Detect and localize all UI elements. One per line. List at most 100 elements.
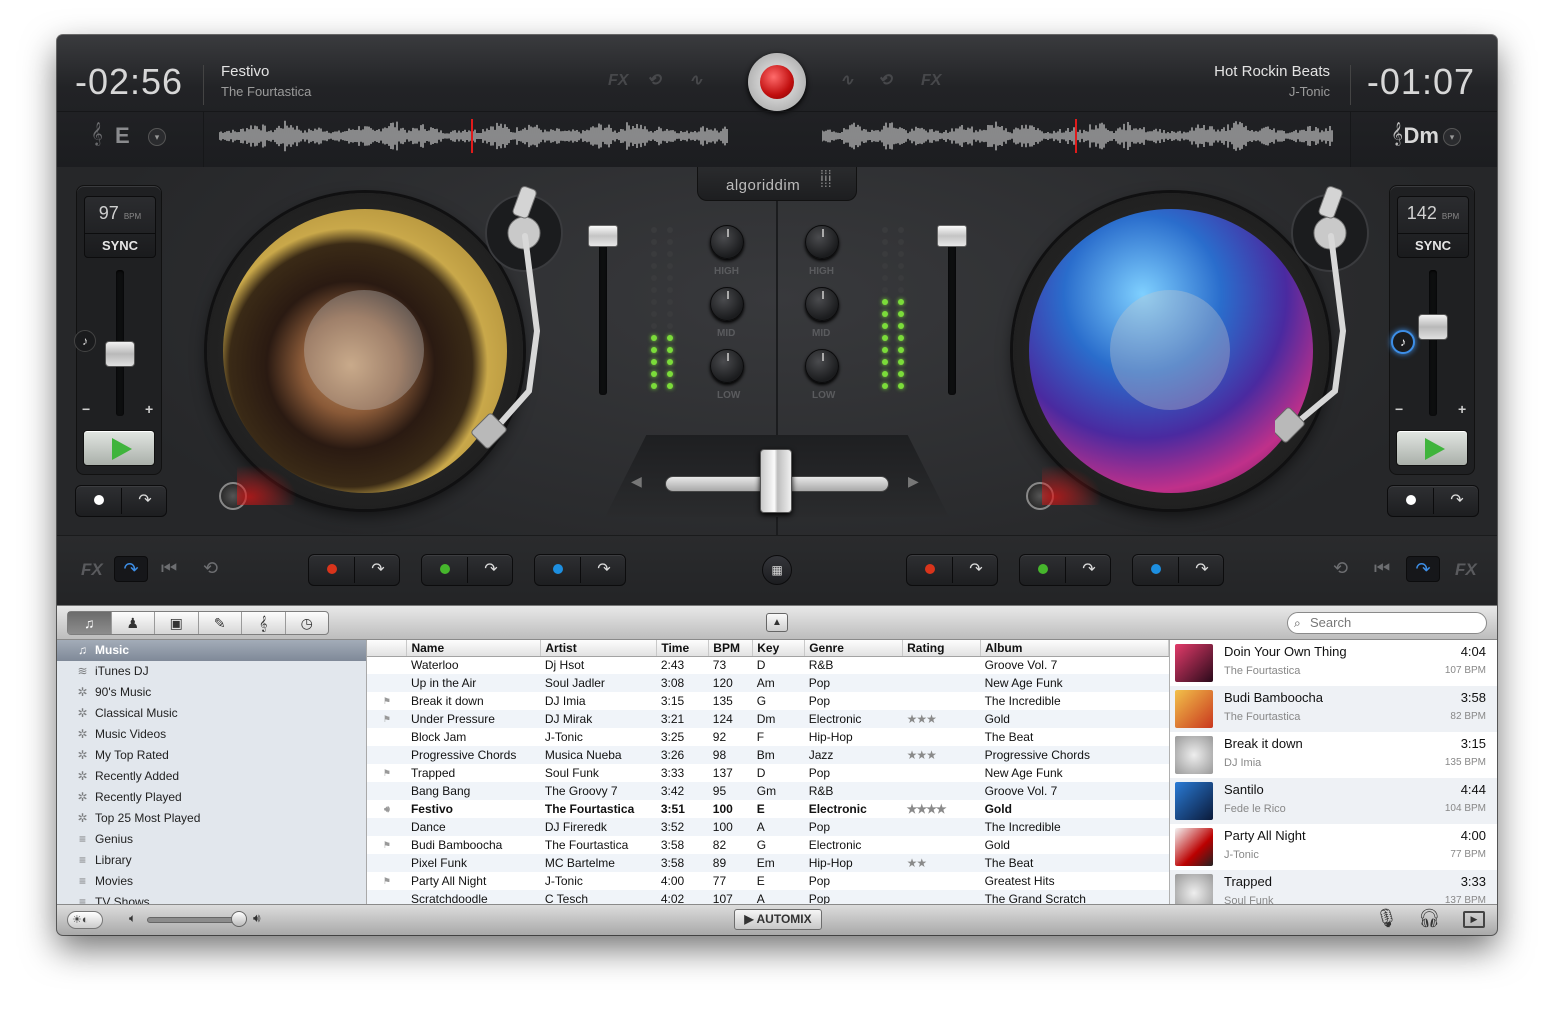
record-button[interactable] [748,53,806,111]
column-header-genre[interactable]: Genre [804,640,904,657]
deck-a-sync-button[interactable]: SYNC [85,233,155,257]
table-row[interactable]: ⚑ Party All Night J-Tonic 4:00 77 E Pop Greates… [367,872,1169,890]
deck-a-tonearm[interactable] [469,181,579,451]
column-header-bpm[interactable]: BPM [708,640,754,657]
deck-b-sync-button[interactable]: SYNC [1398,233,1468,257]
cue-green-jump[interactable]: ↷ [1066,555,1112,585]
deck-a-note-button[interactable]: ♪ [74,330,96,352]
deck-b-tonearm[interactable] [1275,181,1385,451]
deck-a-skip-back-icon[interactable]: ⏮ [161,558,177,579]
sidebar-item[interactable]: ✲ Recently Added [57,766,366,787]
table-row[interactable]: ⚑ Budi Bamboocha The Fourtastica 3:58 82 G Ele… [367,836,1169,854]
table-row[interactable]: Waterloo Dj Hsot 2:43 73 D R&B Groove Vol. 7 [367,656,1169,674]
microphone-icon[interactable]: 🎙︎ [1375,908,1398,929]
deck-a-pitch-minus[interactable]: − [82,401,90,417]
deck-b-skip-active-button[interactable]: ↷ [1406,556,1440,582]
headphones-icon[interactable]: 🎧︎ [1418,908,1441,929]
table-row[interactable]: ⚑ Under Pressure DJ Mirak 3:21 124 Dm Electron… [367,710,1169,728]
deck-a-cue-jump-button[interactable]: ↷ [122,486,168,516]
tab-history-icon[interactable]: ◷ [286,612,329,634]
deck-a-fx-indicator[interactable]: FX [608,72,628,90]
sidebar-item[interactable]: ≡ Library [57,850,366,871]
sidebar-item[interactable]: ✲ My Top Rated [57,745,366,766]
sidebar-item[interactable]: ≡ TV Shows [57,892,366,904]
sidebar-item[interactable]: ≡ Genius [57,829,366,850]
deck-b-fx-button[interactable]: FX [1455,560,1477,580]
table-row[interactable]: Scratchdoodle C Tesch 4:02 107 A Pop The Grand… [367,890,1169,904]
table-row[interactable]: ⚑ Trapped Soul Funk 3:33 137 D Pop New Age Funk [367,764,1169,782]
cue-red-set[interactable] [309,555,355,585]
table-row[interactable]: 🔊︎ Festivo The Fourtastica 3:51 100 E Electron… [367,800,1169,818]
deck-b-loop-icon[interactable]: ⟲ [878,70,891,90]
cue-green-jump[interactable]: ↷ [468,555,514,585]
deck-b-repeat-icon[interactable]: ⟲ [1333,558,1348,579]
queue-item[interactable]: Doin Your Own Thing The Fourtastica 4:04 10… [1170,640,1497,686]
cue-blue-jump[interactable]: ↷ [1179,555,1225,585]
sidebar-item[interactable]: ✲ Classical Music [57,703,366,724]
deck-b-note-button[interactable]: ♪ [1391,330,1415,354]
cue-red-jump[interactable]: ↷ [953,555,999,585]
table-row[interactable]: Progressive Chords Musica Nueba 3:26 98 Bm Ja… [367,746,1169,764]
crossfader-knob[interactable] [760,449,792,513]
deck-a-pitch-plus[interactable]: + [145,401,153,417]
table-row[interactable]: Dance DJ Fireredk 3:52 100 A Pop The Incredibl… [367,818,1169,836]
deck-b-skip-back-icon[interactable]: ⏮ [1374,558,1390,579]
search-input[interactable]: ⌕ Search [1287,612,1487,634]
tab-genres-icon[interactable]: ✎ [199,612,242,634]
video-mode-icon[interactable]: ▶ [1463,911,1485,928]
deck-a-key-dropdown[interactable]: ▾ [148,128,166,146]
cue-red-jump[interactable]: ↷ [355,555,401,585]
channel-b-low-knob[interactable] [805,349,839,383]
crossfader-right-arrow[interactable]: ▶ [908,473,919,490]
deck-a-cue-set-button[interactable] [76,486,122,516]
column-header-rating[interactable]: Rating [902,640,982,657]
column-header-name[interactable]: Name [406,640,542,657]
table-row[interactable]: Up in the Air Soul Jadler 3:08 120 Am Pop New … [367,674,1169,692]
table-row[interactable]: ⚑ Break it down DJ Imia 3:15 135 G Pop The Incr… [367,692,1169,710]
deck-a-wave-icon[interactable]: ∿ [689,70,702,90]
tab-albums-icon[interactable]: ▣ [155,612,199,634]
channel-a-high-knob[interactable] [710,225,744,259]
column-header-key[interactable]: Key [752,640,806,657]
tab-artists-icon[interactable]: ♟ [112,612,155,634]
deck-b-fx-indicator[interactable]: FX [921,72,941,90]
column-header-album[interactable]: Album [980,640,1169,657]
queue-item[interactable]: Party All Night J-Tonic 4:00 77 BPM [1170,824,1497,870]
sidebar-item[interactable]: ✲ Recently Played [57,787,366,808]
sidebar-item[interactable]: ≋ iTunes DJ [57,661,366,682]
deck-b-pitch-minus[interactable]: − [1395,401,1403,417]
deck-a-repeat-icon[interactable]: ⟲ [203,558,218,579]
sidebar-item[interactable]: ≡ Movies [57,871,366,892]
queue-item[interactable]: Break it down DJ Imia 3:15 135 BPM [1170,732,1497,778]
sidebar-item[interactable]: ♫ Music [57,640,366,661]
queue-item[interactable]: Santilo Fede le Rico 4:44 104 BPM [1170,778,1497,824]
column-header-time[interactable]: Time [656,640,710,657]
cue-green-set[interactable] [1020,555,1066,585]
brightness-toggle[interactable]: ☀◐ [67,911,103,929]
deck-a-play-button[interactable] [83,430,155,466]
channel-a-mid-knob[interactable] [710,287,744,321]
channel-b-mid-knob[interactable] [805,287,839,321]
cue-green-set[interactable] [422,555,468,585]
deck-b-cue-set-button[interactable] [1388,486,1434,516]
table-row[interactable]: Block Jam J-Tonic 3:25 92 F Hip-Hop The Beat [367,728,1169,746]
deck-b-key-dropdown[interactable]: ▾ [1443,128,1461,146]
grid-menu-button[interactable]: ▦ [762,555,792,585]
sidebar-item[interactable]: ✲ Top 25 Most Played [57,808,366,829]
queue-item[interactable]: Budi Bamboocha The Fourtastica 3:58 82 BPM [1170,686,1497,732]
sidebar-item[interactable]: ✲ 90's Music [57,682,366,703]
queue-item[interactable]: Trapped Soul Funk 3:33 137 BPM [1170,870,1497,904]
eject-library-button[interactable]: ▲ [766,613,788,632]
deck-b-waveform[interactable] [821,119,1334,153]
cue-red-set[interactable] [907,555,953,585]
table-row[interactable]: Pixel Funk MC Bartelme 3:58 89 Em Hip-Hop ★★ Th… [367,854,1169,872]
channel-b-high-knob[interactable] [805,225,839,259]
channel-b-volume-fader[interactable] [937,225,967,247]
deck-b-pitch-slider[interactable] [1418,314,1448,340]
channel-a-volume-fader[interactable] [588,225,618,247]
deck-a-fx-button[interactable]: FX [81,560,103,580]
channel-a-low-knob[interactable] [710,349,744,383]
cue-blue-set[interactable] [1133,555,1179,585]
deck-a-loop-icon[interactable]: ⟲ [647,70,660,90]
deck-a-pitch-slider[interactable] [105,341,135,367]
